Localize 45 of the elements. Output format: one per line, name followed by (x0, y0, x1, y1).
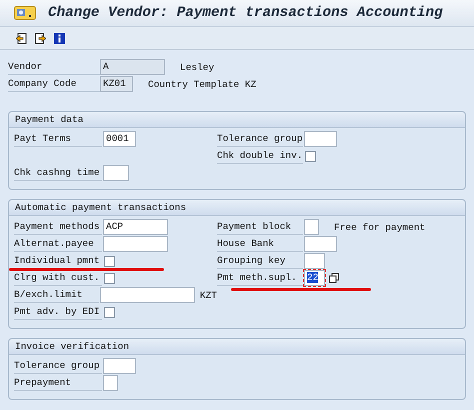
info-icon[interactable] (54, 32, 65, 44)
field-label: Grouping key (217, 253, 303, 269)
input-field[interactable]: KZ01 (100, 76, 133, 92)
input-field[interactable] (103, 165, 129, 181)
menu-icon[interactable] (14, 6, 36, 20)
field-label: Prepayment (14, 375, 102, 391)
input-field[interactable]: 0001 (103, 131, 136, 147)
next-document-icon[interactable] (35, 32, 46, 44)
field-label: Chk double inv. (217, 148, 303, 164)
window-title: Change Vendor: Payment transactions Accounting (48, 5, 443, 21)
checkbox[interactable] (305, 150, 316, 162)
input-field[interactable] (304, 253, 325, 269)
checkbox[interactable] (104, 272, 115, 284)
field-label: Alternat.payee (14, 236, 102, 252)
input-field[interactable] (304, 131, 337, 147)
section-title: Automatic payment transactions (9, 200, 465, 216)
field-label: Tolerance group (14, 358, 102, 374)
input-field[interactable] (304, 219, 319, 235)
field-label: B/exch.limit (14, 287, 100, 303)
field-description: Free for payment (334, 222, 426, 232)
input-field[interactable] (304, 236, 337, 252)
input-field[interactable] (103, 375, 118, 391)
input-field[interactable] (103, 236, 168, 252)
field-label: Tolerance group (217, 131, 303, 147)
input-field[interactable] (103, 358, 136, 374)
field-label: Payment block (217, 219, 303, 235)
section-title: Payment data (9, 112, 465, 128)
section-title: Invoice verification (9, 339, 465, 355)
value-help-icon[interactable] (329, 273, 339, 283)
field-description: Country Template KZ (148, 78, 256, 90)
input-field[interactable] (100, 287, 195, 303)
checkbox[interactable] (104, 306, 115, 318)
previous-document-icon[interactable] (16, 32, 27, 44)
input-field[interactable]: A (100, 59, 165, 75)
field-label: Pmt adv. by EDI (14, 304, 102, 320)
field-label: Payment methods (14, 219, 102, 235)
field-label: Chk cashng time (14, 165, 102, 181)
field-label: House Bank (217, 236, 303, 252)
field-label: Clrg with cust. (14, 270, 102, 286)
checkbox[interactable] (104, 256, 115, 266)
field-description: Lesley (180, 62, 214, 72)
field-label: Payt Terms (14, 131, 102, 147)
input-field[interactable]: ACP (103, 219, 168, 235)
input-field[interactable]: 22 (304, 270, 325, 286)
field-description: KZT (200, 290, 217, 300)
